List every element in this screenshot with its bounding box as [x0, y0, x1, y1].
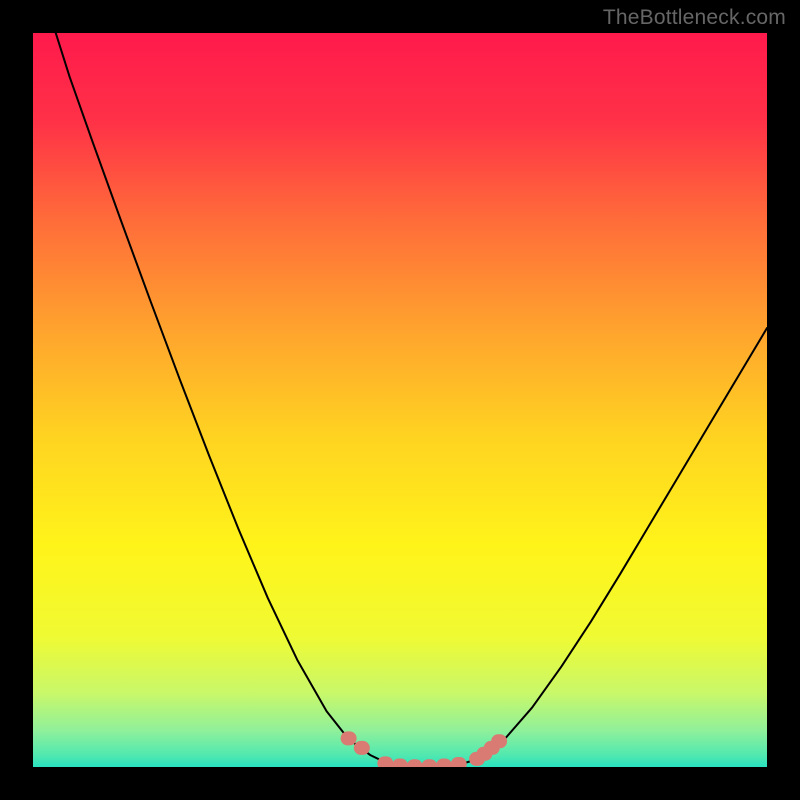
marker-dot — [491, 734, 507, 748]
chart-container: TheBottleneck.com — [0, 0, 800, 800]
marker-dot — [341, 731, 357, 745]
gradient-background — [33, 33, 767, 767]
watermark-text: TheBottleneck.com — [603, 6, 786, 30]
marker-dot — [354, 741, 370, 755]
bottleneck-chart — [33, 33, 767, 767]
plot-area — [33, 33, 767, 767]
